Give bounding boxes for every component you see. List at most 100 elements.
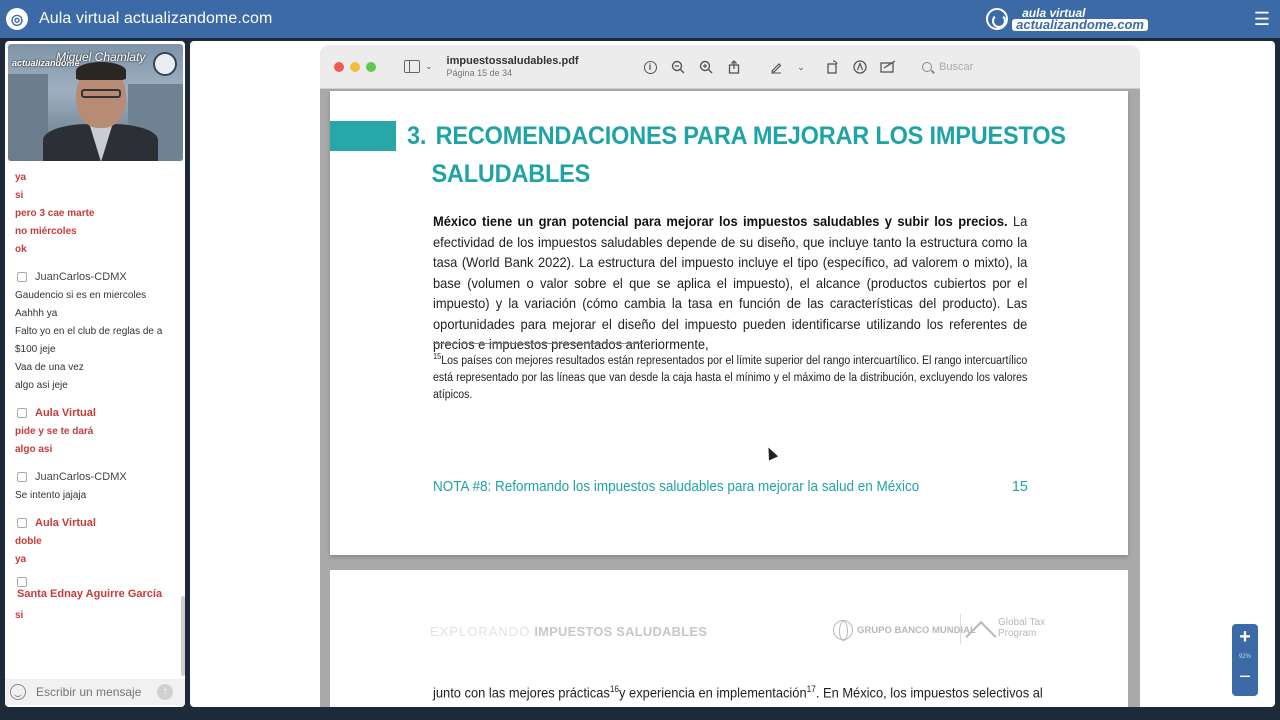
presenter-name: Miguel Chamlaty bbox=[56, 50, 146, 64]
chat-input[interactable] bbox=[36, 685, 151, 699]
chat-author: JuanCarlos-CDMX bbox=[15, 467, 185, 487]
global-tax-program-logo: Global Tax Program bbox=[965, 617, 1045, 653]
chat-message: Vaa de una vez bbox=[15, 362, 84, 373]
page-footer-title: NOTA #8: Reformando los impuestos saluda… bbox=[433, 479, 920, 495]
section-heading: 3. RECOMENDACIONES PARA MEJORAR LOS IMPUE… bbox=[407, 117, 1066, 193]
chat-message: no miércoles bbox=[15, 226, 77, 237]
chevron-down-icon[interactable]: ⌄ bbox=[425, 61, 433, 72]
main-area: ⌄ impuestossaludables.pdf Página 15 de 3… bbox=[190, 41, 1275, 707]
zoom-out-button[interactable]: − bbox=[1239, 664, 1251, 690]
chat-composer: ↑ bbox=[5, 679, 185, 705]
avatar-icon bbox=[17, 408, 27, 418]
window-controls bbox=[334, 61, 382, 72]
close-button[interactable] bbox=[334, 61, 344, 72]
header-bold: IMPUESTOS SALUDABLES bbox=[534, 624, 708, 639]
logo-text: GRUPO BANCO MUNDIAL bbox=[857, 624, 976, 636]
chat-author: Aula Virtual bbox=[15, 513, 185, 533]
heading-accent-bar bbox=[330, 121, 396, 151]
zoom-in-button[interactable]: + bbox=[1239, 624, 1251, 650]
chat-message: $100 jeje bbox=[15, 344, 56, 355]
brand-logo[interactable]: aula virtual actualizandome.com bbox=[986, 3, 1148, 35]
author-name: Aula Virtual bbox=[35, 407, 96, 419]
chat-author: Aula Virtual bbox=[15, 403, 185, 423]
presenter-hair bbox=[76, 62, 126, 80]
app-title: Aula virtual actualizandome.com bbox=[39, 10, 273, 27]
chat-message: pide y se te dará bbox=[15, 426, 94, 437]
author-name: Santa Ednay Aguirre García bbox=[17, 588, 163, 600]
presenter-glasses bbox=[81, 89, 121, 98]
zoom-in-icon[interactable] bbox=[698, 59, 714, 75]
heading-line: SALUDABLES bbox=[431, 160, 591, 188]
chat-message: ya bbox=[15, 554, 27, 565]
toolbar-tools: i ⌄ bbox=[642, 45, 908, 89]
mouse-cursor-icon bbox=[763, 445, 779, 461]
chat-message: algo asi bbox=[15, 444, 53, 455]
presenter-video[interactable]: actualizandome Miguel Chamlaty bbox=[8, 44, 183, 161]
annotate-icon[interactable] bbox=[852, 59, 868, 75]
rotate-icon[interactable] bbox=[824, 59, 840, 75]
globe-icon bbox=[833, 620, 853, 641]
chat-message: Se intento jajaja bbox=[15, 490, 87, 501]
maximize-button[interactable] bbox=[366, 61, 376, 72]
emoji-icon[interactable] bbox=[10, 684, 26, 700]
chat-message: Aahhh ya bbox=[15, 308, 58, 319]
paragraph-lead: México tiene un gran potencial para mejo… bbox=[433, 213, 1008, 229]
search-field[interactable]: Buscar bbox=[922, 57, 1122, 77]
form-icon[interactable] bbox=[880, 59, 896, 75]
chevron-down-icon[interactable]: ⌄ bbox=[796, 59, 806, 75]
page-number: 15 bbox=[1011, 479, 1028, 495]
file-name: impuestossaludables.pdf bbox=[446, 55, 579, 67]
zoom-control: + 92% − bbox=[1232, 624, 1258, 696]
logo-text: Program bbox=[998, 628, 1037, 639]
top-bar: ◎ Aula virtual actualizandome.com aula v… bbox=[0, 0, 1280, 38]
globe-icon: ◎ bbox=[6, 8, 28, 30]
zoom-level: 92% bbox=[1238, 654, 1251, 660]
minimize-button[interactable] bbox=[350, 61, 360, 72]
hamburger-icon[interactable]: ☰ bbox=[1254, 9, 1270, 30]
chat-message: si bbox=[15, 610, 24, 621]
chat-author: JuanCarlos-CDMX bbox=[15, 267, 185, 287]
section-number: 3. bbox=[407, 122, 427, 150]
paragraph-text: junto con las mejores prácticas bbox=[433, 684, 610, 701]
chat-message: Gaudencio si es en miercoles bbox=[15, 290, 147, 301]
footnote-ref: 17 bbox=[806, 684, 816, 694]
chat-messages[interactable]: ya si pero 3 cae marte no miércoles ok J… bbox=[5, 169, 185, 674]
send-icon[interactable]: ↑ bbox=[157, 684, 173, 700]
zoom-out-icon[interactable] bbox=[670, 59, 686, 75]
share-icon[interactable] bbox=[726, 59, 742, 75]
footnote-ref: 16 bbox=[609, 684, 620, 694]
left-panel: actualizandome Miguel Chamlaty ya si per… bbox=[5, 41, 185, 707]
world-bank-logo: GRUPO BANCO MUNDIAL bbox=[833, 620, 976, 641]
brand-line2: actualizandome.com bbox=[1012, 18, 1148, 31]
info-icon[interactable]: i bbox=[642, 59, 658, 75]
body-paragraph: México tiene un gran potencial para mejo… bbox=[433, 211, 1027, 355]
header-light: EXPLORANDO bbox=[430, 624, 531, 639]
chat-author: Santa Ednay Aguirre García bbox=[15, 577, 185, 607]
chat-message: ya bbox=[15, 172, 27, 183]
chat-message: Falto yo en el club de reglas de a bbox=[15, 326, 163, 337]
footnote-divider bbox=[433, 343, 643, 344]
page-header: EXPLORANDO IMPUESTOS SALUDABLES bbox=[430, 624, 707, 639]
chat-message: pero 3 cae marte bbox=[15, 208, 95, 219]
page-info: Página 15 de 34 bbox=[446, 68, 513, 78]
avatar-icon bbox=[17, 518, 27, 528]
paragraph-text: . En México, los impuestos selectivos al bbox=[815, 684, 1043, 701]
footnote-text: Los países con mejores resultados están … bbox=[433, 354, 1028, 401]
chat-scrollbar[interactable] bbox=[181, 596, 185, 676]
avatar-icon bbox=[17, 272, 27, 282]
viewer-toolbar: ⌄ impuestossaludables.pdf Página 15 de 3… bbox=[320, 45, 1140, 89]
brand-icon bbox=[986, 8, 1009, 30]
markup-pen-icon[interactable] bbox=[768, 59, 784, 75]
search-placeholder: Buscar bbox=[939, 61, 974, 73]
logo-divider bbox=[960, 614, 961, 644]
search-icon bbox=[922, 62, 932, 72]
chat-message: algo asi jeje bbox=[15, 380, 68, 391]
heading-line: RECOMENDACIONES PARA MEJORAR LOS IMPUEST… bbox=[435, 122, 1066, 150]
author-name: JuanCarlos-CDMX bbox=[35, 471, 127, 483]
pdf-page: EXPLORANDO IMPUESTOS SALUDABLES GRUPO BAN… bbox=[330, 570, 1128, 707]
sidebar-toggle-icon[interactable] bbox=[404, 60, 420, 73]
footnote-mark: 15 bbox=[433, 352, 442, 361]
chat-message: si bbox=[15, 190, 24, 201]
paragraph-text: La efectividad de los impuestos saludabl… bbox=[433, 213, 1028, 352]
author-name: JuanCarlos-CDMX bbox=[35, 271, 127, 283]
